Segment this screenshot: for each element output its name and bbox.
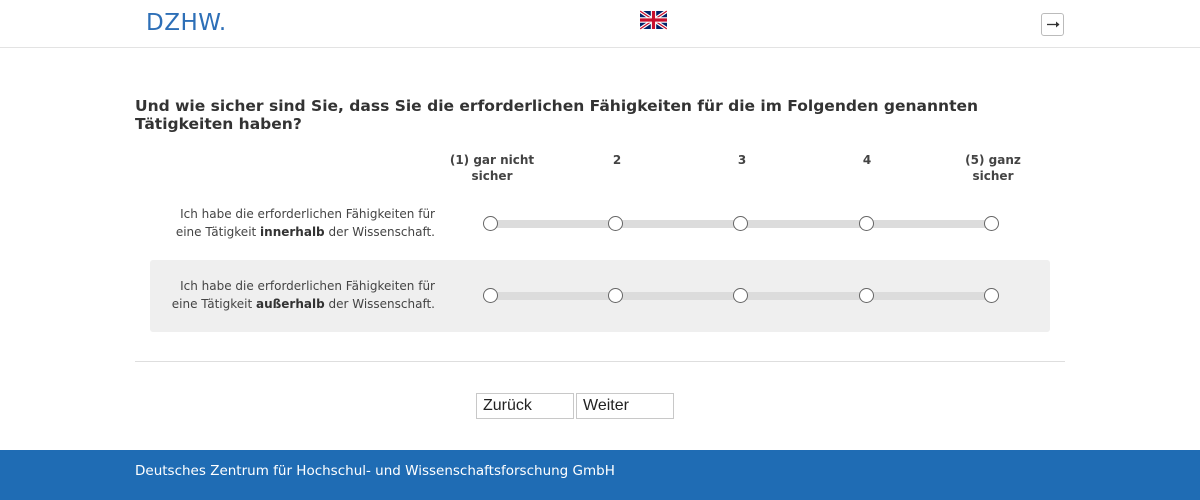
back-button[interactable]: Zurück	[476, 393, 574, 419]
page-footer: Deutsches Zentrum für Hochschul- und Wis…	[0, 450, 1200, 500]
dzhw-logo: DZHW.	[146, 10, 227, 36]
scale-header-4: 4	[862, 153, 872, 167]
page-header: DZHW.	[0, 0, 1200, 48]
radio-option-1[interactable]	[483, 216, 498, 231]
radio-option-2[interactable]	[608, 288, 623, 303]
radio-option-3[interactable]	[733, 216, 748, 231]
radio-option-4[interactable]	[859, 216, 874, 231]
row-label-text: der Wissenschaft.	[324, 225, 435, 239]
scale-header-1: (1) gar nicht sicher	[449, 153, 535, 183]
radio-option-3[interactable]	[733, 288, 748, 303]
exit-button[interactable]	[1041, 13, 1064, 36]
scale-header-2: 2	[612, 153, 622, 167]
scale-header-5: (5) ganz sicher	[965, 153, 1021, 183]
row-label-emphasis: außerhalb	[255, 297, 325, 311]
row-label: Ich habe die erforderlichen Fähigkeiten …	[160, 277, 435, 313]
radio-option-5[interactable]	[984, 288, 999, 303]
radio-option-4[interactable]	[859, 288, 874, 303]
scale-header-3: 3	[737, 153, 747, 167]
radio-option-5[interactable]	[984, 216, 999, 231]
radio-option-1[interactable]	[483, 288, 498, 303]
footer-text: Deutsches Zentrum für Hochschul- und Wis…	[135, 463, 615, 479]
exit-arrow-icon	[1047, 21, 1060, 28]
row-label-text: der Wissenschaft.	[324, 297, 435, 311]
row-label: Ich habe die erforderlichen Fähigkeiten …	[160, 205, 435, 241]
next-button[interactable]: Weiter	[576, 393, 674, 419]
uk-flag-icon[interactable]	[640, 10, 667, 30]
row-label-emphasis: innerhalb	[260, 225, 325, 239]
question-text: Und wie sicher sind Sie, dass Sie die er…	[135, 97, 979, 133]
radio-option-2[interactable]	[608, 216, 623, 231]
divider	[135, 361, 1065, 362]
